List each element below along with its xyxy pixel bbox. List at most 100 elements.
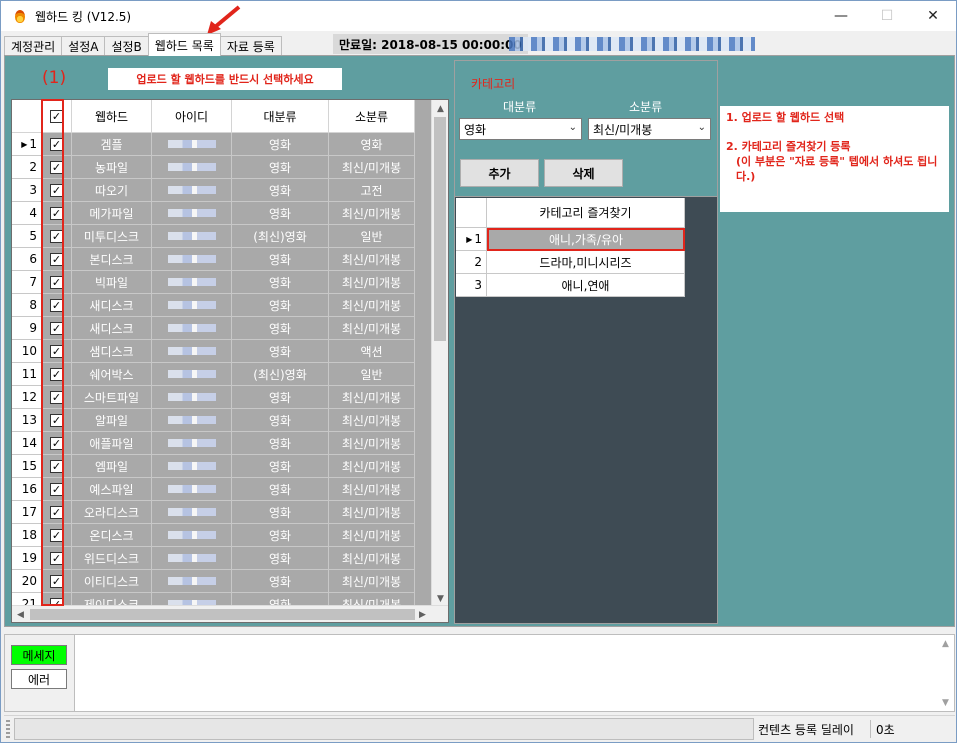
scroll-up-icon[interactable]: ▲ (937, 635, 954, 652)
row-header[interactable]: 6 (12, 248, 42, 271)
table-row[interactable]: 13 ✓ 알파일 영화 최신/미개봉 (12, 409, 415, 432)
favorite-row[interactable]: 2 드라마,미니시리즈 (456, 251, 685, 274)
webhard-grid[interactable]: ✓ 웹하드 아이디 대분류 소분류 ▶ 1 ✓ 겜플 영화 영화 2 ✓ 농파일 영화 최신/미개봉… (11, 99, 449, 623)
maximize-button[interactable]: ☐ (864, 1, 910, 31)
sub-category-value: 최신/미개봉 (593, 122, 653, 137)
col-main-category[interactable]: 대분류 (232, 100, 329, 133)
table-row[interactable]: 14 ✓ 애플파일 영화 최신/미개봉 (12, 432, 415, 455)
sub-category: 최신/미개봉 (329, 156, 415, 179)
grid-vertical-scrollbar[interactable]: ▲ ▼ (431, 100, 448, 607)
main-category: 영화 (232, 570, 329, 593)
scroll-down-icon[interactable]: ▼ (937, 694, 954, 711)
row-header[interactable]: 19 (12, 547, 42, 570)
row-header[interactable]: ▶ 1 (12, 133, 42, 156)
favorite-value[interactable]: 애니,연애 (487, 274, 685, 297)
webhard-name: 빅파일 (72, 271, 152, 294)
favorite-value[interactable]: 드라마,미니시리즈 (487, 251, 685, 274)
row-header[interactable]: 2 (12, 156, 42, 179)
row-number: 20 (21, 574, 37, 588)
row-header[interactable]: 9 (12, 317, 42, 340)
close-button[interactable]: ✕ (910, 1, 956, 31)
row-header[interactable]: 11 (12, 363, 42, 386)
table-row[interactable]: 7 ✓ 빅파일 영화 최신/미개봉 (12, 271, 415, 294)
table-row[interactable]: 2 ✓ 농파일 영화 최신/미개봉 (12, 156, 415, 179)
scroll-thumb[interactable] (434, 117, 446, 341)
table-row[interactable]: 10 ✓ 샘디스크 영화 액션 (12, 340, 415, 363)
tab-settings-b[interactable]: 설정B (104, 36, 149, 56)
fav-row-header[interactable]: 2 (456, 251, 487, 274)
col-webhard[interactable]: 웹하드 (72, 100, 152, 133)
title-bar[interactable]: 웹하드 킹 (V12.5) — ☐ ✕ (1, 1, 956, 31)
table-row[interactable]: 8 ✓ 새디스크 영화 최신/미개봉 (12, 294, 415, 317)
tab-webhard-list[interactable]: 웹하드 목록 (147, 33, 221, 56)
row-header[interactable]: 12 (12, 386, 42, 409)
row-header[interactable]: 13 (12, 409, 42, 432)
hscroll-thumb[interactable] (30, 609, 415, 620)
table-row[interactable]: 20 ✓ 이티디스크 영화 최신/미개봉 (12, 570, 415, 593)
table-row[interactable]: 11 ✓ 쉐어박스 (최신)영화 일반 (12, 363, 415, 386)
tab-data-register[interactable]: 자료 등록 (219, 36, 282, 56)
table-row[interactable]: 9 ✓ 새디스크 영화 최신/미개봉 (12, 317, 415, 340)
redacted-id (167, 439, 216, 447)
table-row[interactable]: 17 ✓ 오라디스크 영화 최신/미개봉 (12, 501, 415, 524)
webhard-name: 겜플 (72, 133, 152, 156)
minimize-button[interactable]: — (818, 1, 864, 31)
table-row[interactable]: 5 ✓ 미투디스크 (최신)영화 일반 (12, 225, 415, 248)
account-id (152, 409, 232, 432)
redacted-id (167, 186, 216, 194)
table-row[interactable]: 3 ✓ 따오기 영화 고전 (12, 179, 415, 202)
tab-settings-a[interactable]: 설정A (61, 36, 106, 56)
main-category: 영화 (232, 179, 329, 202)
main-category-label: 대분류 (503, 100, 537, 114)
webhard-name: 애플파일 (72, 432, 152, 455)
message-button[interactable]: 메세지 (11, 645, 67, 665)
delete-button[interactable]: 삭제 (544, 159, 623, 187)
favorites-grid[interactable]: 카테고리 즐겨찾기 ▶ 1 애니,가족/유아 2 드라마,미니시리즈 3 애니,연애 (454, 196, 718, 624)
row-header[interactable]: 15 (12, 455, 42, 478)
grid-horizontal-scrollbar[interactable]: ◀ ▶ (12, 605, 448, 622)
error-button[interactable]: 에러 (11, 669, 67, 689)
fav-row-header[interactable]: 3 (456, 274, 487, 297)
table-row[interactable]: 15 ✓ 엠파일 영화 최신/미개봉 (12, 455, 415, 478)
checkbox-column-highlight (41, 99, 64, 606)
row-header[interactable]: 4 (12, 202, 42, 225)
webhard-name: 새디스크 (72, 317, 152, 340)
sub-category: 최신/미개봉 (329, 294, 415, 317)
favorite-value[interactable]: 애니,가족/유아 (487, 228, 685, 251)
row-header[interactable]: 14 (12, 432, 42, 455)
row-header[interactable]: 17 (12, 501, 42, 524)
table-row[interactable]: 18 ✓ 온디스크 영화 최신/미개봉 (12, 524, 415, 547)
main-category-select[interactable]: 영화 ⌄ (459, 118, 582, 140)
scroll-right-icon[interactable]: ▶ (414, 606, 431, 622)
tab-account[interactable]: 계정관리 (4, 36, 63, 56)
redacted-id (167, 554, 216, 562)
scroll-left-icon[interactable]: ◀ (12, 606, 29, 622)
col-sub-category[interactable]: 소분류 (329, 100, 415, 133)
table-row[interactable]: 12 ✓ 스마트파일 영화 최신/미개봉 (12, 386, 415, 409)
scroll-up-icon[interactable]: ▲ (432, 100, 448, 117)
sub-category-select[interactable]: 최신/미개봉 ⌄ (588, 118, 711, 140)
row-header[interactable]: 18 (12, 524, 42, 547)
table-row[interactable]: 6 ✓ 본디스크 영화 최신/미개봉 (12, 248, 415, 271)
account-id (152, 547, 232, 570)
flame-app-icon (13, 8, 27, 24)
table-row[interactable]: 19 ✓ 위드디스크 영화 최신/미개봉 (12, 547, 415, 570)
row-header[interactable]: 16 (12, 478, 42, 501)
col-id[interactable]: 아이디 (152, 100, 232, 133)
fav-col-header[interactable]: 카테고리 즐겨찾기 (487, 198, 685, 228)
row-header[interactable]: 7 (12, 271, 42, 294)
row-header[interactable]: 20 (12, 570, 42, 593)
table-row[interactable]: 16 ✓ 예스파일 영화 최신/미개봉 (12, 478, 415, 501)
row-header[interactable]: 10 (12, 340, 42, 363)
fav-row-header[interactable]: ▶ 1 (456, 228, 487, 251)
row-header[interactable]: 8 (12, 294, 42, 317)
row-header[interactable]: 3 (12, 179, 42, 202)
favorite-row[interactable]: ▶ 1 애니,가족/유아 (456, 228, 685, 251)
table-row[interactable]: ▶ 1 ✓ 겜플 영화 영화 (12, 133, 415, 156)
row-header[interactable]: 5 (12, 225, 42, 248)
favorite-row[interactable]: 3 애니,연애 (456, 274, 685, 297)
add-button[interactable]: 추가 (460, 159, 539, 187)
table-row[interactable]: 4 ✓ 메가파일 영화 최신/미개봉 (12, 202, 415, 225)
instruction-step-1: 1. 업로드 할 웹하드 선택 (726, 111, 845, 124)
message-scrollbar[interactable]: ▲ ▼ (937, 635, 954, 711)
